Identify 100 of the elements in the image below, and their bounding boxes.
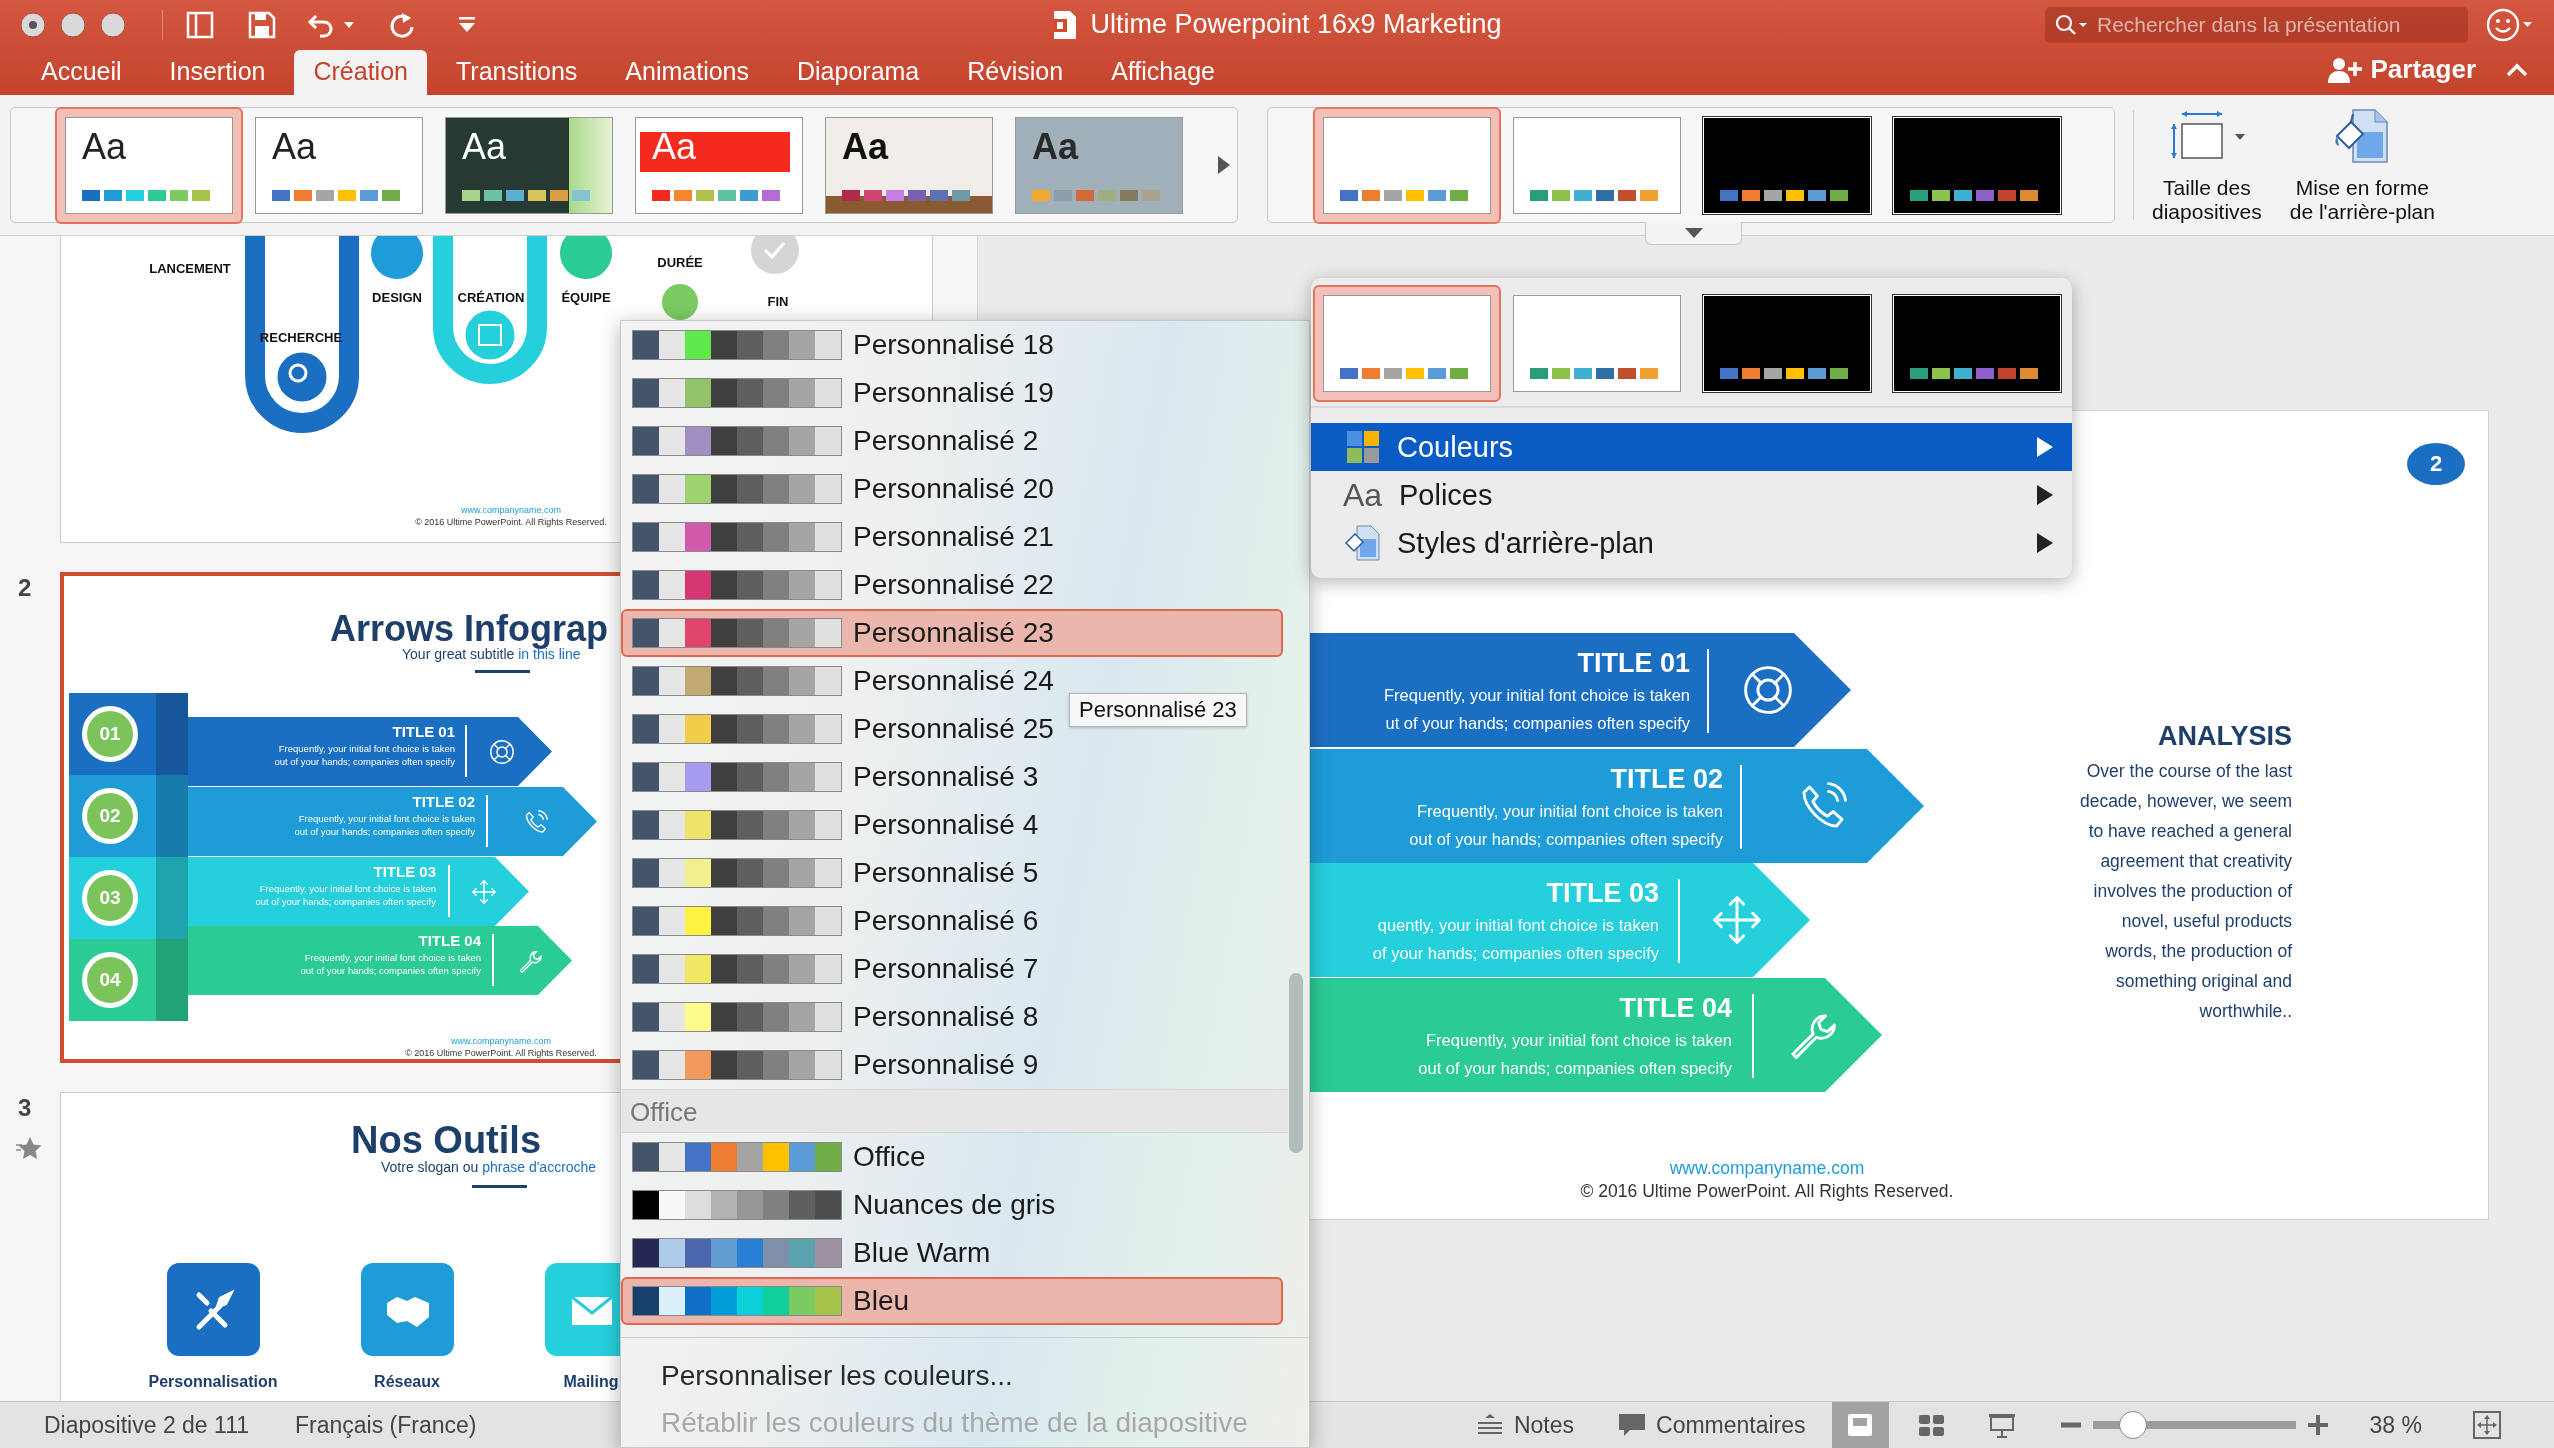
palette-option[interactable]: Office xyxy=(621,1133,1283,1181)
menu-action[interactable]: Personnaliser les couleurs... xyxy=(621,1352,1013,1399)
menu-item[interactable]: Styles d'arrière-plan xyxy=(1311,519,2072,567)
tab[interactable]: Transitions xyxy=(437,50,597,95)
comments-button[interactable]: Commentaires xyxy=(1618,1402,1806,1448)
triangle-right-icon xyxy=(1217,155,1231,175)
window-zoom-button[interactable] xyxy=(100,11,126,38)
row-title: TITLE 04 xyxy=(418,932,481,949)
row-title: TITLE 03 xyxy=(1546,878,1659,909)
timeline-label: DESIGN xyxy=(372,289,422,305)
row-description: Frequently, your initial font choice is taken out of your hands; companies often specify xyxy=(255,882,436,908)
notes-icon xyxy=(1475,1413,1504,1437)
menu-item[interactable]: Aa Polices xyxy=(1311,471,2072,519)
slide-counter: Diapositive 2 de 111 xyxy=(44,1411,249,1439)
minus-icon[interactable] xyxy=(2060,1422,2081,1428)
save-icon[interactable] xyxy=(247,9,277,40)
gallery-next-button[interactable] xyxy=(1217,155,1231,175)
analysis-paragraph: Over the course of the last decade, however, we seem to have reached a general agreement that creativity involves the production of novel, useful products words, the production of something original and worthwhile.. xyxy=(2079,760,2292,1023)
window-minimize-button[interactable] xyxy=(60,11,86,38)
palette-option[interactable]: Personnalisé 3 xyxy=(621,753,1283,801)
row-description: Frequently, your initial font choice is taken out of your hands; companies often specify xyxy=(294,812,475,838)
website-link: www.companyname.com xyxy=(459,505,562,515)
timeline-label: LANCEMENT xyxy=(149,260,231,276)
row-title: TITLE 02 xyxy=(412,793,475,810)
sidebar-icon[interactable] xyxy=(185,9,215,40)
slide-subtitle: Votre slogan ou phrase d'accroche xyxy=(381,1159,597,1175)
submenu-arrow-icon xyxy=(2036,532,2054,554)
tab[interactable]: Création xyxy=(294,50,427,95)
menu-item[interactable]: Couleurs xyxy=(1311,423,2072,471)
slide-title: Arrows Infograp xyxy=(330,608,608,649)
tooltip: Personnalisé 23 xyxy=(1069,693,1247,727)
language-label: Français (France) xyxy=(295,1411,477,1439)
slide-size-button[interactable]: Taille des diapositives xyxy=(2152,106,2262,224)
row-description: quently, your initial font choice is taken of your hands; companies often specify xyxy=(1372,915,1659,964)
slide-number: 3 xyxy=(18,1094,32,1122)
lifebuoy-icon xyxy=(488,738,516,766)
gallery-expand-button[interactable] xyxy=(1645,222,1742,245)
section-heading: ANALYSIS xyxy=(2157,721,2292,752)
tab[interactable]: Révision xyxy=(948,50,1083,95)
slider-thumb[interactable] xyxy=(2119,1411,2148,1439)
palette-option[interactable]: Personnalisé 7 xyxy=(621,945,1283,993)
palette-option[interactable]: Personnalisé 6 xyxy=(621,897,1283,945)
palette-option[interactable]: Personnalisé 9 xyxy=(621,1041,1283,1089)
caret-icon xyxy=(2233,133,2246,141)
row-title: TITLE 02 xyxy=(1610,764,1723,795)
background-format-button[interactable]: Mise en forme de l'arrière-plan xyxy=(2289,106,2435,224)
row-description: Frequently, your initial font choice is taken out of your hands; companies often specify xyxy=(300,951,481,977)
plus-icon[interactable] xyxy=(2307,1415,2328,1435)
window-title: Ultime Powerpoint 16x9 Marketing xyxy=(1090,9,1502,40)
caret-down-icon xyxy=(1683,227,1704,239)
notes-button[interactable]: Notes xyxy=(1475,1402,1574,1448)
chevron-up-icon[interactable] xyxy=(2506,63,2528,77)
row-title: TITLE 01 xyxy=(1577,648,1690,679)
row-description: Frequently, your initial font choice is taken ut of your hands; companies often specify xyxy=(1384,685,1690,734)
submenu-arrow-icon xyxy=(2036,484,2054,506)
row-title: TITLE 04 xyxy=(1619,993,1732,1024)
star-icon xyxy=(16,1136,42,1160)
timeline-label: FIN xyxy=(767,293,789,309)
window-close-button[interactable] xyxy=(20,11,46,38)
copyright-text: © 2016 Ultime PowerPoint. All Rights Reserved. xyxy=(414,516,608,527)
tab[interactable]: Animations xyxy=(606,50,768,95)
slide-number: 2 xyxy=(18,574,32,602)
tool-label: Réseaux xyxy=(374,1373,440,1391)
palette-option[interactable]: Nuances de gris xyxy=(621,1181,1283,1229)
palette-option[interactable]: Personnalisé 23 xyxy=(621,609,1283,657)
row-description: Frequently, your initial font choice is taken out of your hands; companies often specify xyxy=(1409,801,1723,850)
paint-bucket-icon xyxy=(1343,523,1383,563)
theme-button[interactable]: Aa xyxy=(55,106,243,224)
search-field[interactable]: Rechercher dans la présentation xyxy=(2045,6,2468,43)
palette-option[interactable]: Personnalisé 22 xyxy=(621,561,1283,609)
slide-number-badge: 2 xyxy=(2407,443,2465,485)
tab[interactable]: Affichage xyxy=(1092,50,1234,95)
person-add-icon xyxy=(2326,55,2363,84)
slide-title: Nos Outils xyxy=(351,1119,542,1161)
share-button[interactable]: Partager xyxy=(2326,54,2476,95)
palette-option[interactable]: Personnalisé 4 xyxy=(621,801,1283,849)
document-icon xyxy=(1052,9,1079,40)
tab[interactable]: Diaporama xyxy=(778,50,939,95)
customize-toolbar-icon[interactable] xyxy=(457,15,477,34)
row-title: TITLE 03 xyxy=(373,863,436,880)
circle-icon xyxy=(662,284,698,320)
presenter-icon xyxy=(1987,1411,2018,1439)
section-header: Office xyxy=(621,1089,1288,1133)
palette-option[interactable]: Personnalisé 8 xyxy=(621,993,1283,1041)
tool-label: Mailing xyxy=(563,1373,619,1391)
comment-icon xyxy=(1618,1412,1646,1438)
tab[interactable]: Accueil xyxy=(22,50,141,95)
row-description: Frequently, your initial font choice is taken out of your hands; companies often specify xyxy=(1418,1030,1732,1079)
smiley-icon[interactable] xyxy=(2486,7,2534,42)
view-button[interactable] xyxy=(1831,1402,1889,1448)
palette-option[interactable]: Blue Warm xyxy=(621,1229,1283,1277)
fit-window-icon[interactable] xyxy=(2472,1410,2502,1440)
timeline-label: ÉQUIPE xyxy=(561,289,611,305)
copyright-text: © 2016 Ultime PowerPoint. All Rights Reserved. xyxy=(1579,1180,1955,1202)
tab[interactable]: Insertion xyxy=(150,50,285,95)
caret-icon[interactable] xyxy=(343,20,355,29)
website-link: www.companyname.com xyxy=(449,1036,552,1046)
palette-option[interactable]: Personnalisé 5 xyxy=(621,849,1283,897)
palette-option[interactable]: Bleu xyxy=(621,1277,1283,1325)
scrollbar-thumb[interactable] xyxy=(1289,973,1303,1153)
